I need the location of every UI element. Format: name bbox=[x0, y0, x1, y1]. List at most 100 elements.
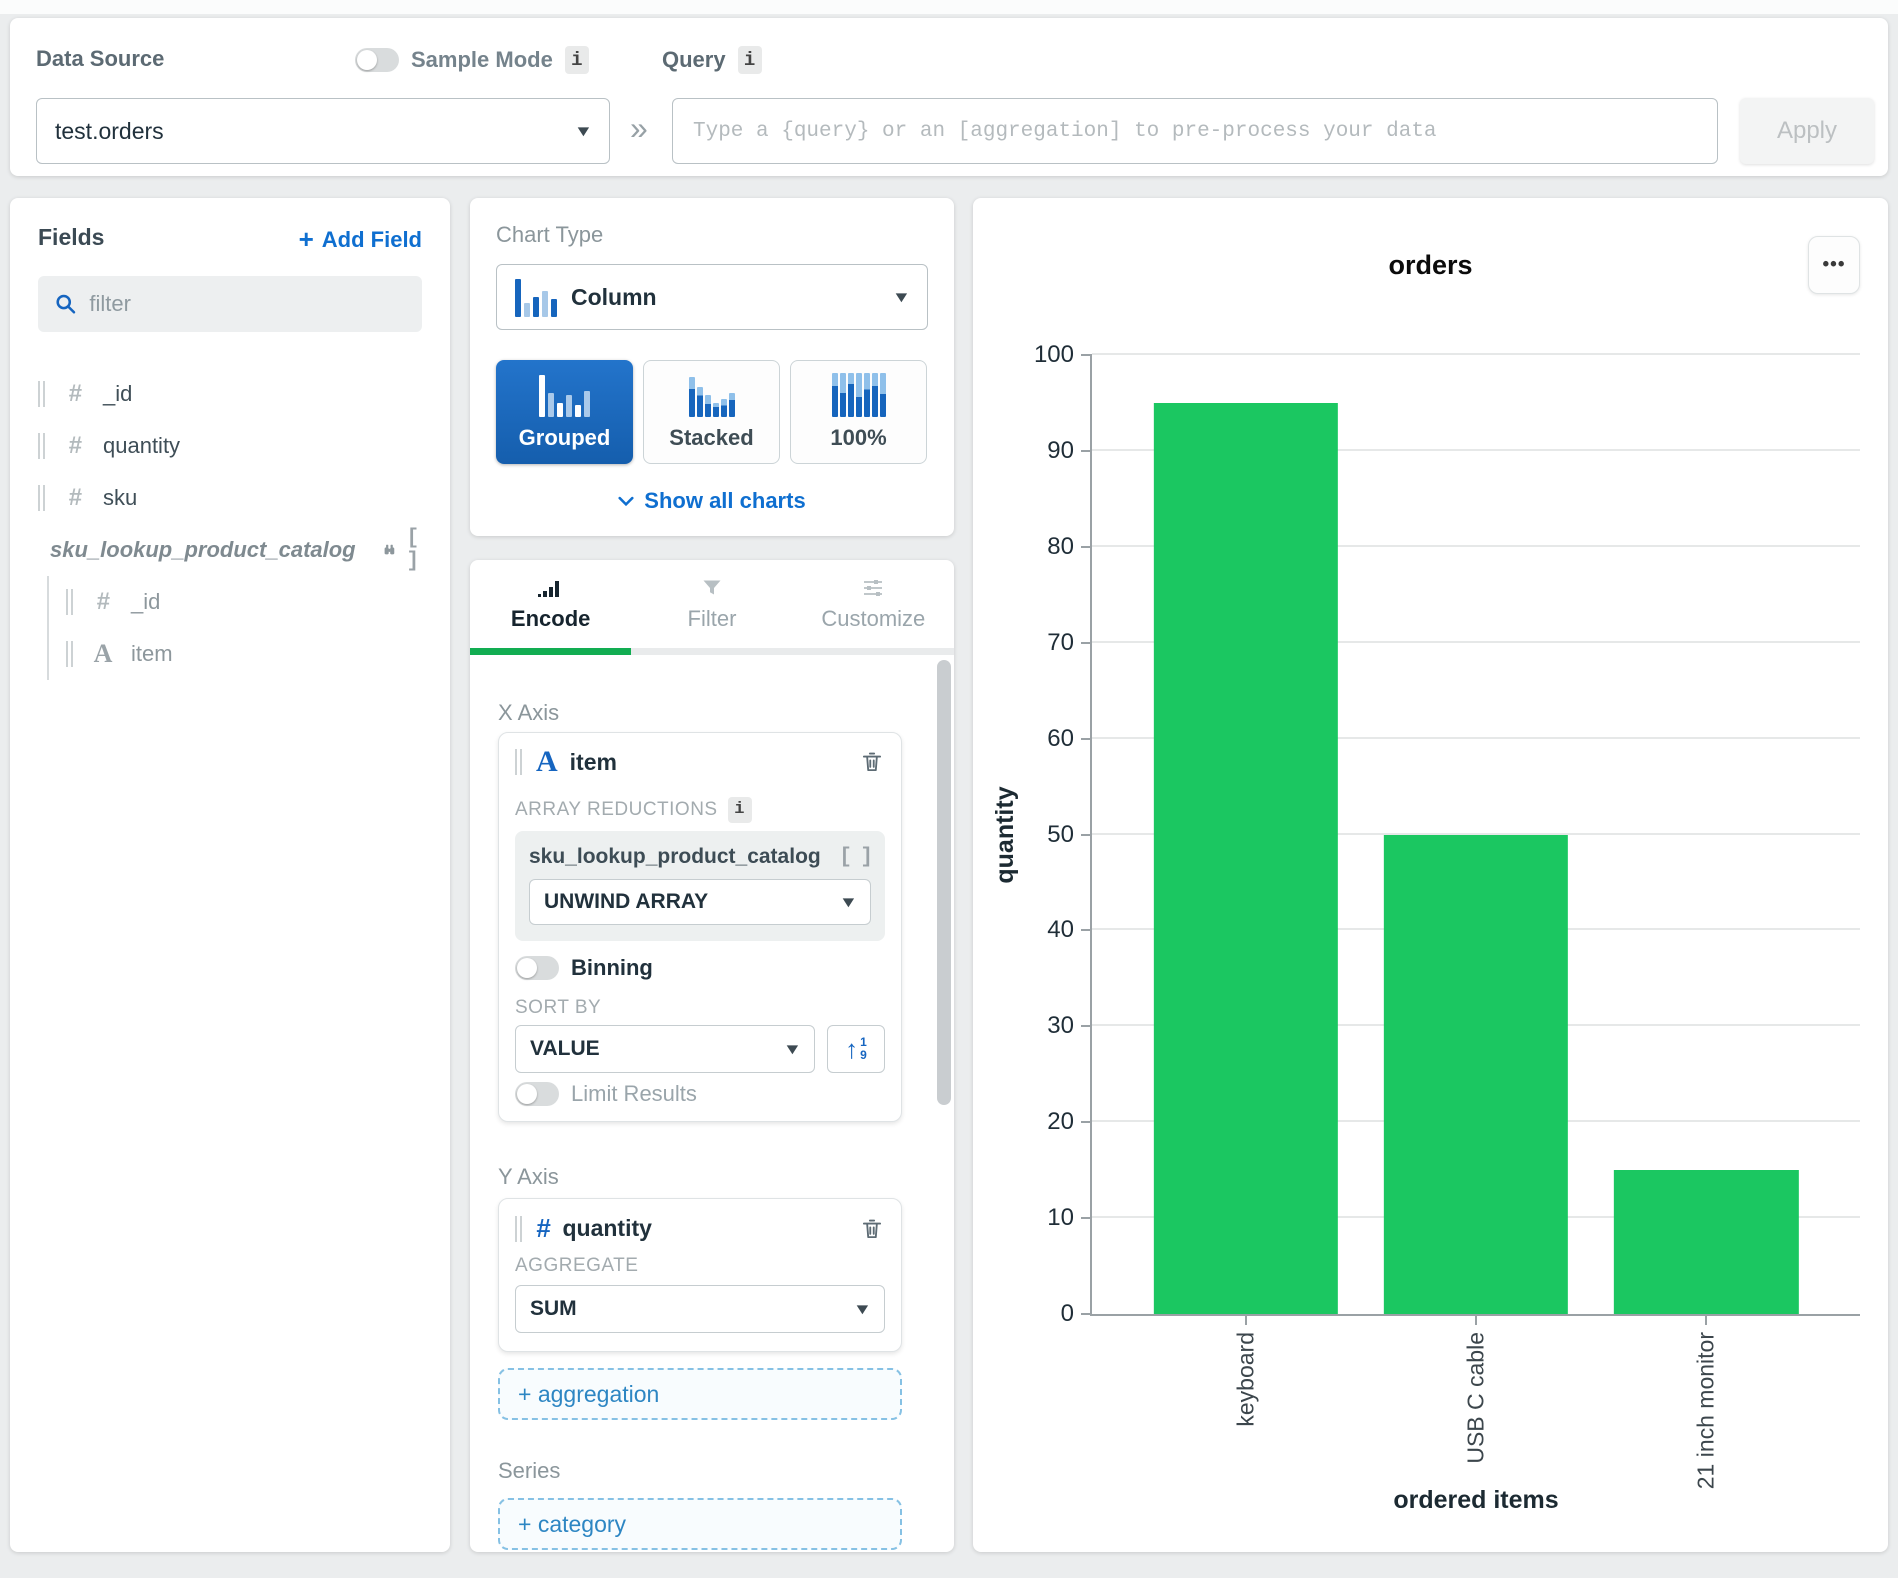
number-icon: # bbox=[536, 1213, 550, 1244]
array-field-name: sku_lookup_product_catalog bbox=[529, 845, 821, 869]
field-row[interactable]: # _id bbox=[38, 368, 422, 420]
chevron-down-icon: ▼ bbox=[574, 123, 593, 140]
query-label: Query bbox=[662, 47, 726, 73]
y-tick-mark bbox=[1081, 1121, 1092, 1123]
field-filter-input[interactable] bbox=[89, 291, 406, 317]
x-tick-mark bbox=[1705, 1314, 1707, 1325]
show-all-charts-link[interactable]: Show all charts bbox=[470, 488, 954, 514]
unwind-select[interactable]: UNWIND ARRAY ▼ bbox=[529, 879, 871, 925]
double-chevron-icon: » bbox=[630, 110, 648, 147]
field-row[interactable]: # sku bbox=[38, 472, 422, 524]
chart-panel: orders ••• quantity ordered items 010203… bbox=[973, 198, 1888, 1552]
x-tick-mark bbox=[1245, 1314, 1247, 1325]
y-tick-mark bbox=[1081, 1313, 1092, 1315]
drag-handle-icon bbox=[38, 433, 47, 459]
y-tick-label: 30 bbox=[1047, 1012, 1074, 1040]
info-icon[interactable]: i bbox=[565, 46, 589, 74]
show-all-charts-label: Show all charts bbox=[644, 488, 805, 514]
mode-100-button[interactable]: 100% bbox=[790, 360, 927, 464]
y-tick-label: 50 bbox=[1047, 821, 1074, 849]
sort-by-label: SORT BY bbox=[515, 997, 601, 1019]
sort-value-select[interactable]: VALUE ▼ bbox=[515, 1025, 815, 1073]
y-tick-label: 100 bbox=[1034, 341, 1074, 369]
fields-panel: Fields + Add Field # _id # quantity # sk… bbox=[10, 198, 450, 1552]
field-row[interactable]: # quantity bbox=[38, 420, 422, 472]
x-tick-mark bbox=[1475, 1314, 1477, 1325]
tab-label: Encode bbox=[511, 606, 590, 632]
trash-icon bbox=[859, 1216, 885, 1242]
apply-button[interactable]: Apply bbox=[1740, 98, 1874, 164]
data-source-select[interactable]: test.orders ▼ bbox=[36, 98, 610, 164]
chart-type-select[interactable]: Column ▼ bbox=[496, 264, 928, 330]
sample-mode-toggle[interactable] bbox=[355, 48, 399, 72]
sample-mode-group: Sample Mode i bbox=[355, 46, 589, 74]
add-field-label: Add Field bbox=[322, 227, 422, 253]
trash-icon bbox=[859, 749, 885, 775]
info-icon[interactable]: i bbox=[728, 797, 752, 823]
field-name: _id bbox=[103, 381, 132, 407]
string-icon: A bbox=[89, 639, 117, 669]
binoculars-icon bbox=[382, 538, 397, 562]
y-tick-label: 80 bbox=[1047, 533, 1074, 561]
mode-stacked-button[interactable]: Stacked bbox=[643, 360, 780, 464]
chart-menu-button[interactable]: ••• bbox=[1808, 236, 1860, 294]
x-axis-field-row[interactable]: A item bbox=[515, 747, 885, 777]
sort-value: VALUE bbox=[530, 1037, 600, 1061]
aggregate-row: AGGREGATE bbox=[515, 1255, 885, 1277]
stacked-bars-icon bbox=[689, 373, 735, 417]
y-axis-title: quantity bbox=[991, 786, 1020, 883]
chart-type-panel: Chart Type Column ▼ Grouped bbox=[470, 198, 954, 536]
tab-encode[interactable]: Encode bbox=[470, 560, 631, 648]
sort-value-row: VALUE ▼ ↑ 1 9 bbox=[515, 1025, 885, 1073]
aggregate-select[interactable]: SUM ▼ bbox=[515, 1285, 885, 1333]
mode-label: 100% bbox=[830, 425, 886, 451]
query-input[interactable] bbox=[672, 98, 1718, 164]
grouped-bars-icon bbox=[539, 373, 590, 417]
search-icon bbox=[54, 291, 77, 317]
y-tick-label: 20 bbox=[1047, 1108, 1074, 1136]
active-tab-indicator bbox=[470, 648, 631, 655]
arrow-up-icon: ↑ bbox=[845, 1036, 858, 1062]
y-tick-mark bbox=[1081, 642, 1092, 644]
y-tick-mark bbox=[1081, 1025, 1092, 1027]
chart-title: orders bbox=[973, 250, 1888, 281]
aggregate-value: SUM bbox=[530, 1297, 577, 1321]
fields-title: Fields bbox=[38, 224, 104, 251]
chart-mode-row: Grouped Stacked 100% bbox=[496, 360, 927, 464]
tab-label: Filter bbox=[688, 606, 737, 632]
chevron-down-icon: ▼ bbox=[892, 289, 911, 306]
y-tick-label: 90 bbox=[1047, 437, 1074, 465]
bar-chart-icon bbox=[537, 576, 565, 600]
y-axis-field-row[interactable]: # quantity bbox=[515, 1213, 885, 1244]
tab-filter[interactable]: Filter bbox=[631, 560, 792, 648]
delete-field-button[interactable] bbox=[859, 1216, 885, 1242]
number-icon: # bbox=[61, 380, 89, 408]
drag-handle-icon bbox=[515, 1216, 524, 1242]
encode-panel: Encode Filter Customize X Axis A bbox=[470, 560, 954, 1552]
field-row-lookup[interactable]: sku_lookup_product_catalog [ ] bbox=[38, 524, 422, 576]
y-axis-field-name: quantity bbox=[562, 1215, 651, 1242]
mode-label: Stacked bbox=[669, 425, 753, 451]
query-label-group: Query i bbox=[662, 46, 762, 74]
limit-results-toggle[interactable] bbox=[515, 1082, 559, 1106]
scrollbar-thumb[interactable] bbox=[937, 660, 951, 1105]
tab-customize[interactable]: Customize bbox=[793, 560, 954, 648]
add-field-button[interactable]: + Add Field bbox=[299, 224, 422, 255]
chart-bar bbox=[1384, 835, 1568, 1315]
delete-field-button[interactable] bbox=[859, 749, 885, 775]
binning-toggle[interactable] bbox=[515, 956, 559, 980]
add-category-button[interactable]: + category bbox=[498, 1498, 902, 1550]
array-icon: [ ] bbox=[407, 527, 427, 573]
chevron-down-icon: ▼ bbox=[783, 1041, 802, 1058]
field-row[interactable]: A item bbox=[66, 628, 422, 680]
y-tick-mark bbox=[1081, 450, 1092, 452]
tab-underline bbox=[470, 648, 954, 655]
aggregate-value-row: SUM ▼ bbox=[515, 1285, 885, 1333]
field-name: sku bbox=[103, 485, 137, 511]
sort-direction-button[interactable]: ↑ 1 9 bbox=[827, 1025, 885, 1073]
field-row[interactable]: # _id bbox=[66, 576, 422, 628]
y-tick-mark bbox=[1081, 354, 1092, 356]
info-icon[interactable]: i bbox=[738, 46, 762, 74]
add-aggregation-button[interactable]: + aggregation bbox=[498, 1368, 902, 1420]
mode-grouped-button[interactable]: Grouped bbox=[496, 360, 633, 464]
